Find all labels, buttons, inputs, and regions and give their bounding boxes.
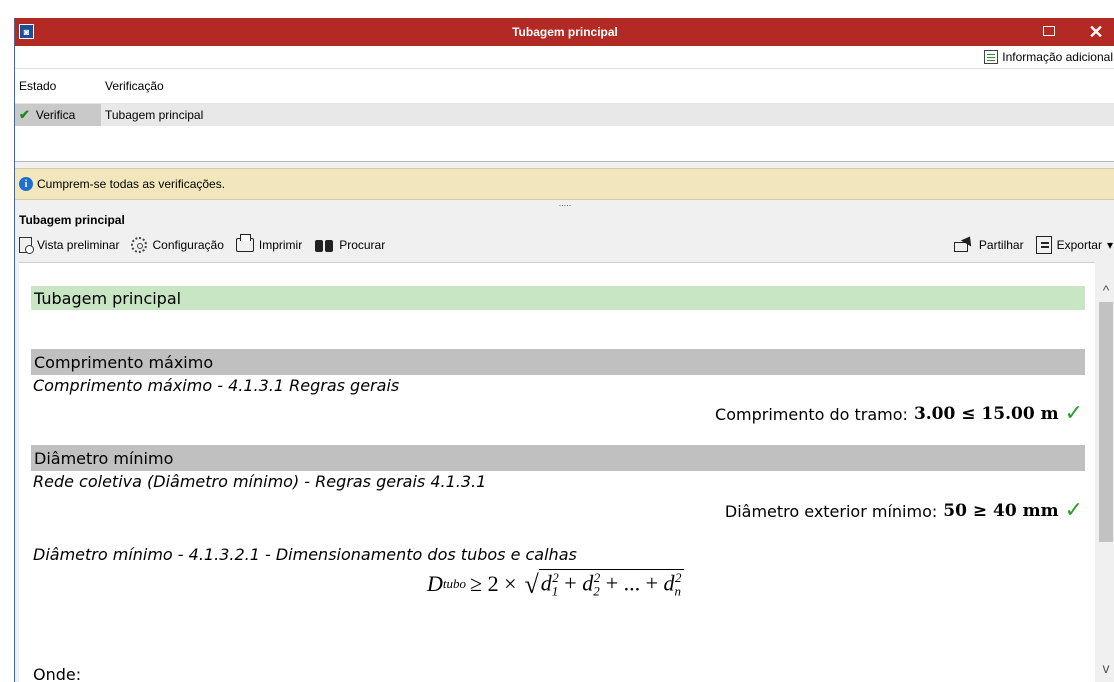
info-icon: i [19, 177, 33, 191]
share-button[interactable]: Partilhar [952, 234, 1024, 256]
column-header-verification[interactable]: Verificação [101, 79, 1114, 93]
term-plus: + [564, 570, 577, 596]
export-button[interactable]: Exportar ▾ [1035, 234, 1113, 256]
search-button[interactable]: Procurar [314, 234, 385, 256]
term-d1-sup: 2 [552, 570, 559, 585]
additional-info-label: Informação adicional [1002, 50, 1113, 64]
term-d2-sup: 2 [593, 570, 601, 585]
title-bar[interactable]: ◙ Tubagem principal ✕ [15, 18, 1114, 46]
share-label: Partilhar [978, 238, 1024, 252]
formula-lhs-sub: tubo [442, 576, 467, 592]
report-header: Tubagem principal [31, 286, 1085, 310]
rule-dimensioning: Diâmetro mínimo - 4.1.3.2.1 - Dimensiona… [33, 545, 577, 564]
formula-radicand: d12 + d22 + ... + dn2 [538, 569, 684, 600]
gear-icon [131, 237, 148, 253]
info-bar: Informação adicional [15, 46, 1114, 68]
term-dn: d [663, 570, 675, 596]
toolbar-right: Partilhar Exportar ▾ [948, 234, 1113, 256]
term-dn-sub: n [674, 583, 682, 599]
print-button[interactable]: Imprimir [235, 234, 303, 256]
check-line-diameter: Diâmetro exterior mínimo: 50 ≥ 40 mm ✓ [724, 498, 1083, 523]
onde-label: Onde: [33, 665, 82, 682]
section-header-max-length: Comprimento máximo [31, 349, 1085, 375]
additional-info-button[interactable]: Informação adicional [984, 49, 1113, 65]
check-value-length: 3.00 ≤ 15.00 m [913, 404, 1059, 424]
formula-sqrt: √ d12 + d22 + ... + dn2 [525, 569, 684, 600]
verification-cell: Tubagem principal [105, 108, 204, 122]
binoculars-icon [314, 238, 334, 252]
term-d1: d [540, 570, 552, 596]
section-header-min-diameter: Diâmetro mínimo [31, 445, 1085, 471]
export-label: Exportar [1056, 238, 1102, 252]
formula-operator: ≥ 2 × [470, 571, 517, 597]
preview-label: Vista preliminar [37, 238, 120, 252]
check-icon: ✔ [19, 107, 30, 122]
check-icon: ✓ [1064, 401, 1083, 426]
grid-row[interactable]: ✔ Verifica Tubagem principal [15, 104, 1114, 126]
vertical-scrollbar[interactable]: ^ v [1097, 262, 1114, 682]
message-text: Cumprem-se todas as verificações. [37, 177, 226, 191]
formula-lhs: D [427, 571, 443, 597]
config-button[interactable]: Configuração [131, 234, 224, 256]
maximize-button[interactable] [1043, 26, 1055, 36]
check-line-length: Comprimento do tramo: 3.00 ≤ 15.00 m ✓ [715, 401, 1083, 426]
window-title: Tubagem principal [512, 25, 618, 39]
report-toolbar: Vista preliminar Configuração Imprimir P… [15, 231, 1114, 259]
rule-min-diameter: Rede coletiva (Diâmetro mínimo) - Regras… [33, 472, 487, 491]
status-cell: ✔ Verifica [15, 104, 101, 126]
section-title: Tubagem principal [15, 210, 1114, 230]
share-icon [952, 236, 974, 254]
check-value-diameter: 50 ≥ 40 mm [943, 501, 1059, 521]
rule-max-length: Comprimento máximo - 4.1.3.1 Regras gera… [33, 376, 400, 395]
check-label-length: Comprimento do tramo: [715, 404, 908, 424]
chevron-down-icon: ▾ [1106, 238, 1113, 252]
top-strip [0, 0, 1114, 18]
check-icon: ✓ [1064, 498, 1083, 523]
check-label-diameter: Diâmetro exterior mínimo: [724, 501, 938, 521]
status-label: Verifica [35, 108, 76, 122]
term-dn-sup: 2 [675, 570, 682, 585]
term-d1-sub: 1 [551, 583, 559, 599]
close-button[interactable]: ✕ [1083, 20, 1109, 44]
scroll-up-icon[interactable]: ^ [1097, 282, 1114, 298]
preview-button[interactable]: Vista preliminar [19, 234, 119, 256]
info-doc-icon [984, 50, 999, 64]
sqrt-symbol: √ [524, 569, 539, 599]
export-icon [1035, 236, 1052, 254]
column-header-status[interactable]: Estado [15, 79, 101, 93]
report-content: Tubagem principal Comprimento máximo Com… [19, 262, 1095, 682]
scroll-thumb[interactable] [1099, 302, 1113, 542]
term-d2-sub: 2 [593, 583, 600, 599]
config-label: Configuração [152, 238, 224, 252]
print-label: Imprimir [258, 238, 303, 252]
grid-header: Estado Verificação [15, 69, 1114, 104]
search-label: Procurar [339, 238, 386, 252]
printer-icon [235, 234, 254, 252]
diameter-formula: Dtubo ≥ 2 × √ d12 + d22 + ... + dn2 [427, 569, 684, 600]
term-d2: d [582, 570, 594, 596]
splitter-handle[interactable]: ..... [15, 199, 1114, 210]
dialog-window: ◙ Tubagem principal ✕ Informação adicion… [14, 18, 1114, 682]
verification-grid: Estado Verificação ✔ Verifica Tubagem pr… [15, 68, 1114, 162]
message-bar: i Cumprem-se todas as verificações. [15, 168, 1114, 200]
preview-icon [19, 237, 34, 254]
term-ellipsis: + ... + [605, 570, 659, 596]
scroll-down-icon[interactable]: v [1097, 660, 1114, 676]
